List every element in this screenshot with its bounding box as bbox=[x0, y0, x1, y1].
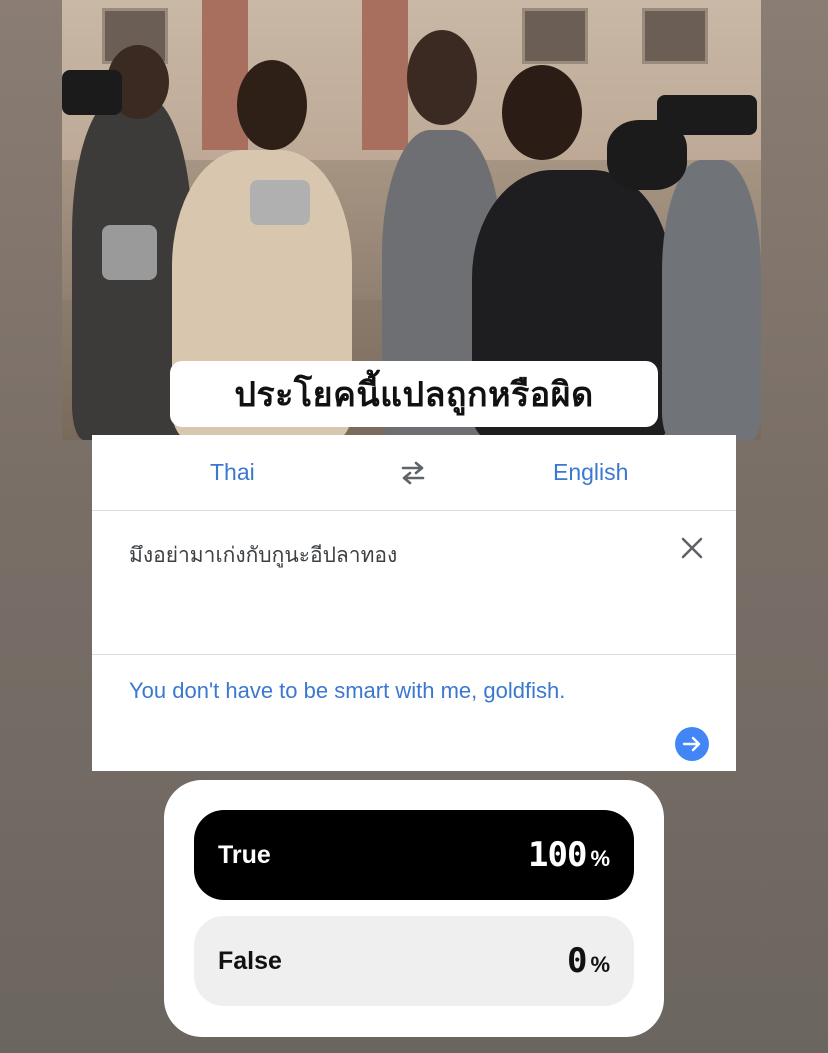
building-pillar bbox=[362, 0, 408, 150]
translate-card: Thai English มึงอย่ามาเก่งกับกูนะอีปลาทอ… bbox=[92, 435, 736, 771]
source-input-area[interactable]: มึงอย่ามาเก่งกับกูนะอีปลาทอง bbox=[92, 511, 736, 655]
person-head bbox=[407, 30, 477, 125]
video-camera-icon bbox=[657, 95, 757, 135]
poll-option-false[interactable]: False 0 % bbox=[194, 916, 634, 1006]
man-right bbox=[662, 160, 761, 440]
poll-option-label: True bbox=[218, 840, 271, 869]
target-language-button[interactable]: English bbox=[553, 459, 628, 486]
poll-option-label: False bbox=[218, 946, 282, 975]
poll-option-percent: 0 % bbox=[567, 941, 610, 981]
poll-option-percent: 100 % bbox=[528, 835, 610, 875]
go-button[interactable] bbox=[675, 727, 709, 761]
building-window bbox=[642, 8, 708, 64]
poll-percent-value: 0 bbox=[566, 941, 588, 981]
translation-output: You don't have to be smart with me, gold… bbox=[129, 678, 566, 703]
swap-arrows-icon[interactable] bbox=[398, 460, 428, 486]
person-head bbox=[502, 65, 582, 160]
camera-icon bbox=[250, 180, 310, 225]
person-head bbox=[237, 60, 307, 150]
poll-option-true[interactable]: True 100 % bbox=[194, 810, 634, 900]
source-text[interactable]: มึงอย่ามาเก่งกับกูนะอีปลาทอง bbox=[129, 539, 397, 572]
arrow-right-icon bbox=[682, 736, 701, 752]
video-camera-icon bbox=[62, 70, 122, 115]
camera-icon bbox=[102, 225, 157, 280]
meme-caption: ประโยคนี้แปลถูกหรือผิด bbox=[170, 361, 658, 427]
building-window bbox=[522, 8, 588, 64]
poll-percent-symbol: % bbox=[590, 952, 610, 977]
language-bar: Thai English bbox=[92, 435, 736, 511]
close-icon[interactable] bbox=[679, 535, 705, 561]
meme-caption-text: ประโยคนี้แปลถูกหรือผิด bbox=[234, 375, 594, 415]
source-language-button[interactable]: Thai bbox=[210, 459, 255, 486]
poll-sticker: True 100 % False 0 % bbox=[164, 780, 664, 1037]
poll-percent-symbol: % bbox=[590, 846, 610, 871]
poll-percent-value: 100 bbox=[528, 835, 587, 875]
